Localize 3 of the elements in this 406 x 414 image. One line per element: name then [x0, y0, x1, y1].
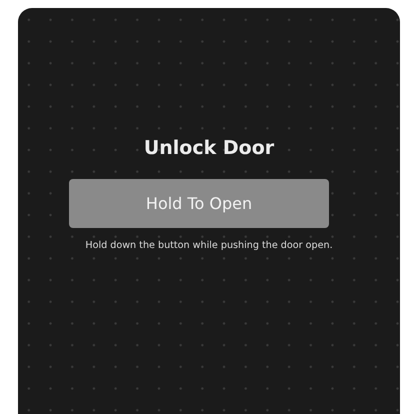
- hold-to-open-button[interactable]: Hold To Open: [69, 179, 329, 228]
- title: Unlock Door: [144, 136, 274, 161]
- hint-text: Hold down the button while pushing the door open.: [85, 240, 333, 251]
